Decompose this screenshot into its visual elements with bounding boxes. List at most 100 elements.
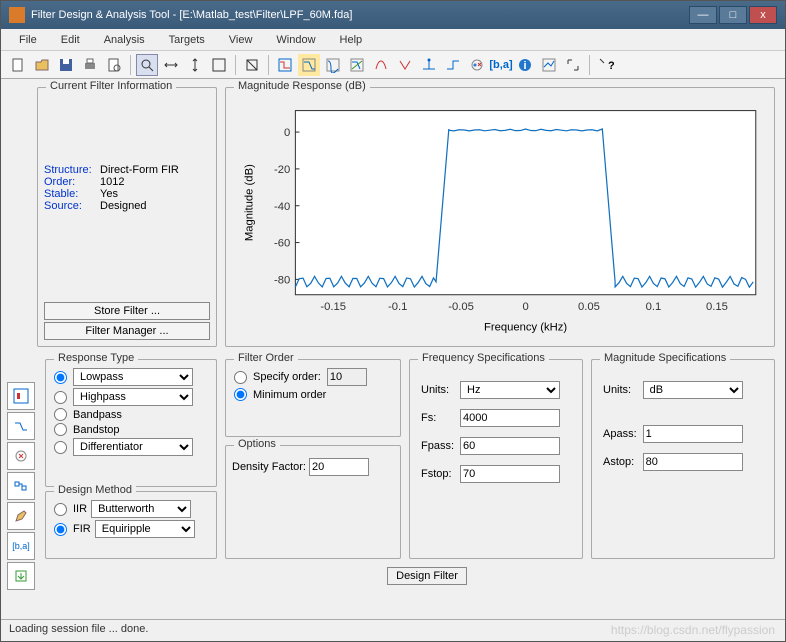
svg-text:-0.1: -0.1 (388, 301, 407, 313)
sidebar-pz-icon[interactable] (7, 442, 35, 470)
minimize-button[interactable]: — (689, 6, 717, 24)
menu-help[interactable]: Help (330, 32, 373, 48)
titlebar[interactable]: Filter Design & Analysis Tool - [E:\Matl… (1, 1, 785, 29)
fpass-input[interactable] (460, 437, 560, 455)
svg-text:?: ? (608, 60, 614, 72)
zoom-y-icon[interactable] (184, 54, 206, 76)
diff-radio[interactable] (54, 441, 67, 454)
lowpass-radio[interactable] (54, 371, 67, 384)
full-icon[interactable] (562, 54, 584, 76)
svg-text:-80: -80 (274, 274, 290, 286)
structure-label: Structure: (44, 164, 100, 176)
mag-spec-group: Magnitude Specifications Units:dB Apass:… (591, 359, 775, 559)
sidebar-import-icon[interactable] (7, 562, 35, 590)
iir-radio[interactable] (54, 503, 67, 516)
magnitude-chart: 0 -20 -40 -60 -80 -0.15 -0.1 -0.05 0 0.0… (234, 98, 766, 338)
undo-icon[interactable] (241, 54, 263, 76)
sidebar-edit-icon[interactable] (7, 502, 35, 530)
menu-file[interactable]: File (9, 32, 47, 48)
window-title: Filter Design & Analysis Tool - [E:\Matl… (31, 9, 352, 21)
maximize-button[interactable]: □ (719, 6, 747, 24)
watermark: https://blog.csdn.net/flypassion (611, 623, 775, 637)
order-value: 1012 (100, 176, 124, 188)
order-label: Order: (44, 176, 100, 188)
svg-text:-40: -40 (274, 201, 290, 213)
sidebar-mag-icon[interactable] (7, 412, 35, 440)
design-filter-button[interactable]: Design Filter (387, 567, 467, 585)
svg-text:-0.05: -0.05 (448, 301, 474, 313)
mag-icon[interactable] (298, 54, 320, 76)
impulse-icon[interactable] (418, 54, 440, 76)
toolbar: [b,a] i ? (1, 51, 785, 79)
svg-text:i: i (523, 60, 526, 72)
fstop-input[interactable] (460, 465, 560, 483)
menu-analysis[interactable]: Analysis (94, 32, 155, 48)
svg-text:-0.15: -0.15 (320, 301, 346, 313)
menubar: File Edit Analysis Targets View Window H… (1, 29, 785, 51)
options-group: Options Density Factor: (225, 445, 401, 559)
phase-icon[interactable] (322, 54, 344, 76)
zoom-x-icon[interactable] (160, 54, 182, 76)
step-icon[interactable] (442, 54, 464, 76)
menu-window[interactable]: Window (266, 32, 325, 48)
svg-text:0: 0 (284, 127, 290, 139)
apass-input[interactable] (643, 425, 743, 443)
svg-text:-60: -60 (274, 238, 290, 250)
specify-order-radio[interactable] (234, 371, 247, 384)
lowpass-select[interactable]: Lowpass (73, 368, 193, 386)
svg-text:0.15: 0.15 (706, 301, 728, 313)
freq-units-select[interactable]: Hz (460, 381, 560, 399)
bandstop-radio[interactable] (54, 423, 67, 436)
print-preview-icon[interactable] (103, 54, 125, 76)
current-filter-info-group: Current Filter Information Structure:Dir… (37, 87, 217, 347)
menu-view[interactable]: View (219, 32, 263, 48)
magnitude-response-group: Magnitude Response (dB) 0 -20 -40 -60 -8… (225, 87, 775, 347)
save-icon[interactable] (55, 54, 77, 76)
store-filter-button[interactable]: Store Filter ... (44, 302, 210, 320)
print-icon[interactable] (79, 54, 101, 76)
fir-select[interactable]: Equiripple (95, 520, 195, 538)
close-button[interactable]: x (749, 6, 777, 24)
svg-text:Magnitude (dB): Magnitude (dB) (243, 164, 255, 241)
astop-input[interactable] (643, 453, 743, 471)
menu-edit[interactable]: Edit (51, 32, 90, 48)
freq-spec-group: Frequency Specifications Units:Hz Fs: Fp… (409, 359, 583, 559)
new-icon[interactable] (7, 54, 29, 76)
round-icon[interactable] (538, 54, 560, 76)
response-type-group: Response Type Lowpass Highpass Bandpass … (45, 359, 217, 487)
coeff-icon[interactable]: [b,a] (490, 54, 512, 76)
sidebar-spec-icon[interactable] (7, 382, 35, 410)
stable-value: Yes (100, 188, 118, 200)
specify-order-input (327, 368, 367, 386)
info-icon[interactable]: i (514, 54, 536, 76)
source-value: Designed (100, 200, 146, 212)
zoom-full-icon[interactable] (208, 54, 230, 76)
highpass-radio[interactable] (54, 391, 67, 404)
spec-icon[interactable] (274, 54, 296, 76)
grpdelay-icon[interactable] (370, 54, 392, 76)
pz-icon[interactable] (466, 54, 488, 76)
structure-value: Direct-Form FIR (100, 164, 179, 176)
zoom-icon[interactable] (136, 54, 158, 76)
magphase-icon[interactable] (346, 54, 368, 76)
open-icon[interactable] (31, 54, 53, 76)
mag-units-select[interactable]: dB (643, 381, 743, 399)
filter-manager-button[interactable]: Filter Manager ... (44, 322, 210, 340)
analysis-sidebar: [b,a] (7, 382, 39, 592)
iir-select[interactable]: Butterworth (91, 500, 191, 518)
sidebar-coeff-icon[interactable]: [b,a] (7, 532, 35, 560)
bandpass-radio[interactable] (54, 408, 67, 421)
density-factor-input[interactable] (309, 458, 369, 476)
stable-label: Stable: (44, 188, 100, 200)
fir-radio[interactable] (54, 523, 67, 536)
help-icon[interactable]: ? (595, 54, 617, 76)
svg-text:0: 0 (522, 301, 528, 313)
phasedelay-icon[interactable] (394, 54, 416, 76)
diff-select[interactable]: Differentiator (73, 438, 193, 456)
minimum-order-radio[interactable] (234, 388, 247, 401)
fs-input[interactable] (460, 409, 560, 427)
svg-text:0.05: 0.05 (578, 301, 600, 313)
highpass-select[interactable]: Highpass (73, 388, 193, 406)
menu-targets[interactable]: Targets (159, 32, 215, 48)
sidebar-realize-icon[interactable] (7, 472, 35, 500)
